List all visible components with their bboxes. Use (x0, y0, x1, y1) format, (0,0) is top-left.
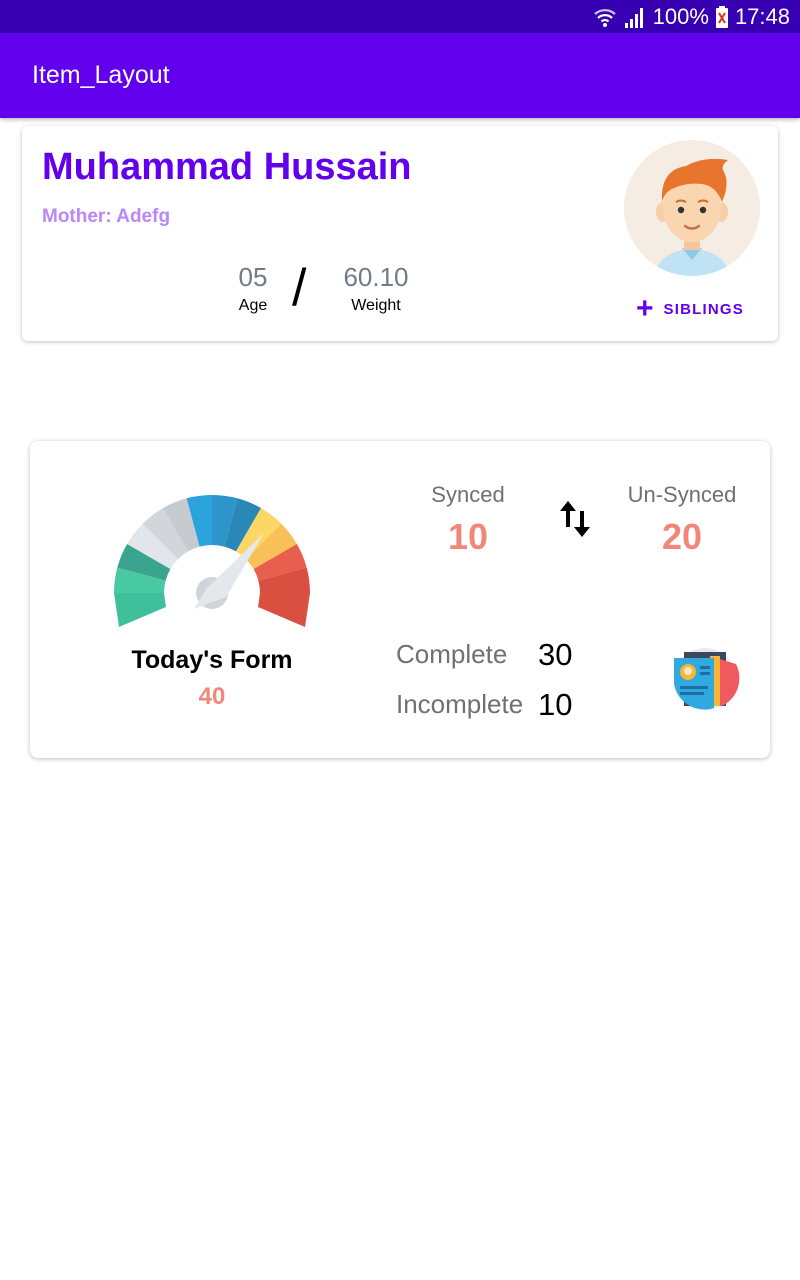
stats-card[interactable]: Today's Form 40 Synced 10 Un-Synced 20 C… (30, 441, 770, 758)
battery-percent: 100% (652, 4, 709, 29)
add-siblings-button[interactable]: + SIBLINGS (636, 294, 744, 324)
age-value: 05 (238, 262, 268, 292)
age-metric: 05 Age (228, 262, 278, 315)
age-label: Age (238, 297, 268, 314)
status-icons: 100% 17:48 (593, 3, 790, 31)
complete-count: 30 (538, 637, 573, 672)
metric-divider: / (292, 259, 307, 317)
plus-icon: + (636, 292, 654, 325)
boy-avatar (624, 140, 760, 276)
id-card-icon[interactable] (670, 644, 740, 719)
weight-value: 60.10 (343, 262, 409, 292)
todays-form-count: 40 (198, 683, 226, 710)
app-bar: Item_Layout (0, 33, 800, 118)
complete-label: Complete (396, 639, 508, 669)
complete-row: Complete 30 (396, 637, 572, 672)
incomplete-label: Incomplete (396, 689, 524, 719)
mother-name: Mother: Adefg (42, 206, 171, 227)
synced-label: Synced (431, 482, 505, 507)
app-title: Item_Layout (32, 61, 170, 89)
wifi-icon (593, 5, 617, 29)
child-name: Muhammad Hussain (42, 146, 412, 188)
unsynced-label: Un-Synced (627, 482, 737, 507)
signal-icon (623, 5, 647, 29)
status-bar: 100% 17:48 (0, 0, 800, 33)
speedometer-icon (110, 491, 314, 641)
incomplete-row: Incomplete 10 (396, 687, 572, 722)
synced-stat[interactable]: Synced 10 (408, 482, 528, 558)
clock: 17:48 (734, 4, 790, 29)
synced-count: 10 (447, 516, 489, 557)
todays-form-label: Today's Form (131, 646, 293, 674)
battery-icon (715, 5, 729, 29)
unsynced-count: 20 (661, 516, 703, 557)
unsynced-stat[interactable]: Un-Synced 20 (610, 482, 754, 558)
siblings-label: SIBLINGS (663, 300, 744, 318)
weight-label: Weight (351, 297, 401, 314)
profile-card[interactable]: Muhammad Hussain Mother: Adefg 05 Age / … (22, 126, 778, 341)
weight-metric: 60.10 Weight (332, 262, 420, 315)
incomplete-count: 10 (538, 687, 573, 722)
swap-vertical-icon[interactable] (558, 499, 592, 544)
